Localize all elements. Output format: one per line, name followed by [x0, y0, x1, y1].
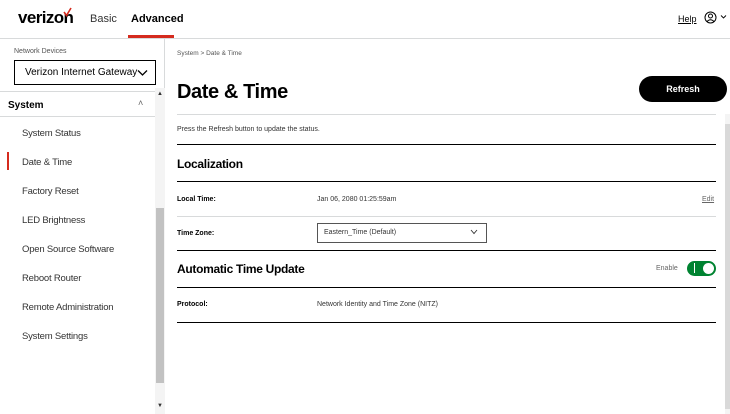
breadcrumb: System > Date & Time	[177, 50, 242, 57]
divider	[177, 287, 716, 288]
status-instruction-text: Press the Refresh button to update the s…	[177, 126, 320, 133]
sidebar-scrollbar[interactable]: ▲ ▼	[155, 88, 165, 414]
sidebar-item-reboot-router[interactable]: Reboot Router	[22, 273, 81, 284]
time-zone-select[interactable]: Eastern_Time (Default)	[317, 223, 487, 243]
automatic-time-update-toggle[interactable]	[687, 261, 716, 276]
divider	[177, 322, 716, 323]
scroll-down-arrow-icon[interactable]: ▼	[157, 403, 163, 409]
sidebar-item-led-brightness[interactable]: LED Brightness	[22, 215, 85, 226]
user-menu-chevron-down-icon[interactable]	[720, 14, 727, 20]
scroll-up-arrow-icon[interactable]: ▲	[157, 91, 163, 97]
sidebar-item-open-source-software[interactable]: Open Source Software	[22, 244, 114, 255]
sidebar-section-title: System	[8, 100, 44, 111]
protocol-label: Protocol:	[177, 301, 208, 308]
tab-basic[interactable]: Basic	[90, 13, 117, 25]
chevron-down-icon	[137, 70, 148, 76]
time-zone-label: Time Zone:	[177, 230, 215, 237]
sidebar-item-date-time[interactable]: Date & Time	[22, 157, 72, 168]
local-time-label: Local Time:	[177, 196, 216, 203]
enable-toggle-label: Enable	[656, 265, 678, 272]
main-scrollbar[interactable]	[725, 114, 730, 414]
sidebar-section-system[interactable]: System ˄	[0, 91, 155, 117]
local-time-value: Jan 06, 2080 01:25:59am	[317, 196, 397, 203]
top-navigation-bar: verizon Basic Advanced Help	[0, 0, 730, 39]
network-device-selected-value: Verizon Internet Gateway	[25, 67, 138, 78]
help-link[interactable]: Help	[678, 14, 697, 24]
user-account-icon[interactable]	[704, 11, 717, 24]
network-devices-label: Network Devices	[14, 48, 67, 55]
sidebar-item-system-status[interactable]: System Status	[22, 128, 81, 139]
chevron-down-icon	[470, 229, 478, 235]
divider	[177, 250, 716, 251]
tab-advanced[interactable]: Advanced	[131, 13, 184, 25]
edit-local-time-link[interactable]: Edit	[702, 196, 714, 203]
sidebar-item-remote-administration[interactable]: Remote Administration	[22, 302, 114, 313]
divider	[177, 216, 716, 217]
protocol-value: Network Identity and Time Zone (NITZ)	[317, 301, 438, 308]
divider	[177, 144, 716, 145]
section-title-localization: Localization	[177, 157, 243, 171]
main-scrollbar-thumb[interactable]	[725, 124, 730, 409]
page-title: Date & Time	[177, 81, 288, 103]
toggle-knob	[703, 263, 714, 274]
network-device-select[interactable]: Verizon Internet Gateway	[14, 60, 156, 85]
time-zone-selected-value: Eastern_Time (Default)	[324, 229, 397, 236]
sidebar-item-factory-reset[interactable]: Factory Reset	[22, 186, 79, 197]
chevron-up-icon: ˄	[138, 98, 144, 108]
refresh-button[interactable]: Refresh	[639, 76, 727, 102]
divider	[177, 114, 716, 115]
divider	[177, 181, 716, 182]
toggle-on-mark	[694, 263, 695, 273]
sidebar-item-system-settings[interactable]: System Settings	[22, 331, 88, 342]
sidebar-scrollbar-thumb[interactable]	[156, 208, 164, 383]
sidebar: Network Devices Verizon Internet Gateway…	[0, 39, 165, 414]
active-tab-indicator	[128, 35, 174, 38]
verizon-check-icon	[63, 7, 72, 17]
active-menu-indicator	[7, 152, 9, 170]
section-title-automatic-time-update: Automatic Time Update	[177, 262, 305, 276]
main-content: System > Date & Time Date & Time Refresh…	[166, 39, 730, 414]
